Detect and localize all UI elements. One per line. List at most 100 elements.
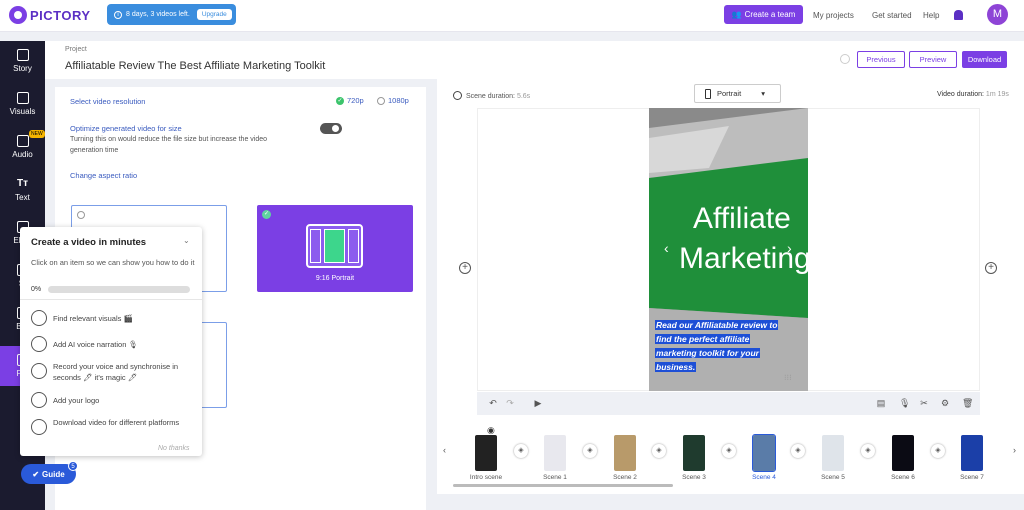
res-720-label: 720p (347, 96, 364, 105)
guide-popup: Create a video in minutes ⌄ Click on an … (20, 227, 202, 456)
scene-thumb-4[interactable] (752, 434, 776, 472)
transition-icon[interactable]: ◈ (791, 444, 805, 458)
no-thanks-link[interactable]: No thanks (158, 445, 190, 452)
previous-button[interactable]: Previous (857, 51, 905, 68)
caption-box[interactable]: Read our Affiliatable review to find the… (655, 318, 783, 374)
aspect-option-portrait[interactable]: ✓ 9:16 Portrait (257, 205, 413, 292)
scene-label: Scene 1 (543, 474, 567, 481)
sidebar-item-visuals[interactable]: Visuals (0, 84, 45, 124)
nav-my-projects[interactable]: My projects (813, 11, 854, 20)
guide-item-visuals[interactable]: Find relevant visuals 🎬 (31, 310, 133, 326)
scene-thumb-3[interactable] (683, 435, 705, 471)
scene-label-active: Scene 4 (752, 474, 776, 481)
trash-icon[interactable]: 🗑 (962, 398, 973, 408)
audio-icon (16, 135, 29, 147)
page-title[interactable]: Affiliatable Review The Best Affiliate M… (65, 60, 325, 72)
logo-icon (9, 6, 27, 24)
pictory-logo[interactable]: PICTORY (9, 6, 91, 24)
upgrade-button[interactable]: Upgrade (196, 9, 232, 20)
portrait-icon-right (348, 229, 359, 263)
mic-icon[interactable]: 🎙 (899, 398, 910, 408)
scene-label: Scene 2 (613, 474, 637, 481)
project-header: Project Affiliatable Review The Best Aff… (45, 41, 1024, 79)
guide-label: Guide (42, 469, 65, 479)
circle-icon (31, 392, 47, 408)
guide-title: Create a video in minutes (31, 237, 147, 248)
add-scene-after-icon[interactable]: + (985, 262, 997, 274)
clock-icon (453, 91, 462, 100)
scene-thumb-5[interactable] (822, 435, 844, 471)
sidebar-item-text[interactable]: Tт Text (0, 170, 45, 210)
circle-icon (31, 310, 47, 326)
optimize-toggle[interactable] (320, 123, 342, 134)
play-icon[interactable]: ▶ (533, 398, 543, 408)
transition-icon[interactable]: ◈ (722, 444, 736, 458)
transition-icon[interactable]: ◈ (583, 444, 597, 458)
new-badge: NEW (29, 130, 45, 138)
phone-icon (705, 88, 711, 99)
avatar[interactable]: M (987, 4, 1008, 25)
gear-icon[interactable]: ⚙ (940, 398, 950, 408)
portrait-icon-center (324, 229, 345, 263)
scene-duration-value: 5.6s (516, 93, 531, 100)
timeline-right-icon[interactable]: › (1013, 445, 1016, 455)
undo-icon[interactable]: ↶ (488, 398, 498, 408)
preview-button[interactable]: Preview (909, 51, 957, 68)
create-team-button[interactable]: 👥 Create a team (724, 5, 803, 24)
res-1080-label: 1080p (388, 96, 409, 105)
logo-text: PICTORY (30, 7, 91, 23)
radio-empty-icon (377, 96, 385, 105)
res-720-radio[interactable]: ✓ 720p (336, 96, 364, 105)
nav-get-started[interactable]: Get started (872, 11, 912, 20)
transition-icon[interactable]: ◈ (652, 444, 666, 458)
caret-down-icon: ▾ (761, 89, 765, 98)
create-team-label: Create a team (744, 10, 796, 19)
check-icon: ✓ (262, 210, 271, 219)
scene-thumb-6[interactable] (892, 435, 914, 471)
layout-icon[interactable]: ▤ (876, 398, 886, 408)
guide-item-label: Add AI voice narration 🎙 (53, 340, 138, 349)
circle-icon (31, 363, 47, 379)
guide-item-record[interactable]: Record your voice and synchronise in sec… (31, 361, 196, 383)
download-button[interactable]: Download (962, 51, 1007, 68)
scene-thumb-1[interactable] (544, 435, 566, 471)
timeline-scrollbar[interactable] (453, 484, 673, 487)
redo-icon[interactable]: ↷ (505, 398, 515, 408)
scissors-icon[interactable]: ✂ (919, 398, 929, 408)
team-icon: 👥 (731, 10, 742, 19)
check-icon: ✔ (32, 469, 40, 479)
scene-thumb-7[interactable] (961, 435, 983, 471)
transition-icon[interactable]: ◈ (861, 444, 875, 458)
guide-item-download[interactable]: Download video for different platforms (31, 417, 191, 435)
scene-thumb-intro[interactable] (475, 435, 497, 471)
add-scene-before-icon[interactable]: + (459, 262, 471, 274)
guide-subtitle: Click on an item so we can show you how … (31, 258, 195, 267)
player-controls: ↶ ↷ ▶ ▤ 🎙 ✂ ⚙ 🗑 (477, 392, 980, 415)
circle-icon (31, 336, 47, 352)
portrait-icon (306, 224, 363, 268)
scene-label: Intro scene (469, 474, 503, 481)
visuals-icon (16, 92, 29, 104)
story-icon (16, 49, 29, 61)
resolution-label: Select video resolution (70, 97, 146, 106)
guide-item-voice[interactable]: Add AI voice narration 🎙 (31, 336, 138, 352)
scene-timeline: ‹ ◉ Intro scene ◈ Scene 1 ◈ Scene 2 ◈ Sc… (437, 425, 1024, 495)
transition-icon[interactable]: ◈ (931, 444, 945, 458)
sidebar-item-story[interactable]: Story (0, 41, 45, 81)
video-frame[interactable]: Affiliate Marketing ‹ › ⁝⁝⁝ Read our Aff… (649, 108, 808, 391)
top-bar: PICTORY i 8 days, 3 videos left. Upgrade… (0, 0, 1024, 32)
res-1080-radio[interactable]: 1080p (377, 96, 409, 105)
scene-label: Scene 3 (682, 474, 706, 481)
transition-icon[interactable]: ◈ (514, 444, 528, 458)
chevron-down-icon[interactable]: ⌄ (183, 236, 190, 245)
orientation-select[interactable]: Portrait ▾ (694, 84, 781, 103)
nav-help[interactable]: Help (923, 11, 939, 20)
bell-icon[interactable] (954, 10, 963, 20)
video-duration-label: Video duration: (937, 91, 984, 98)
scene-thumb-2[interactable] (614, 435, 636, 471)
aspect-ratio-label: Change aspect ratio (70, 171, 138, 180)
guide-item-logo[interactable]: Add your logo (31, 392, 99, 408)
optimize-title: Optimize generated video for size (70, 124, 182, 133)
timeline-left-icon[interactable]: ‹ (443, 445, 446, 455)
orientation-label: Portrait (717, 89, 742, 98)
